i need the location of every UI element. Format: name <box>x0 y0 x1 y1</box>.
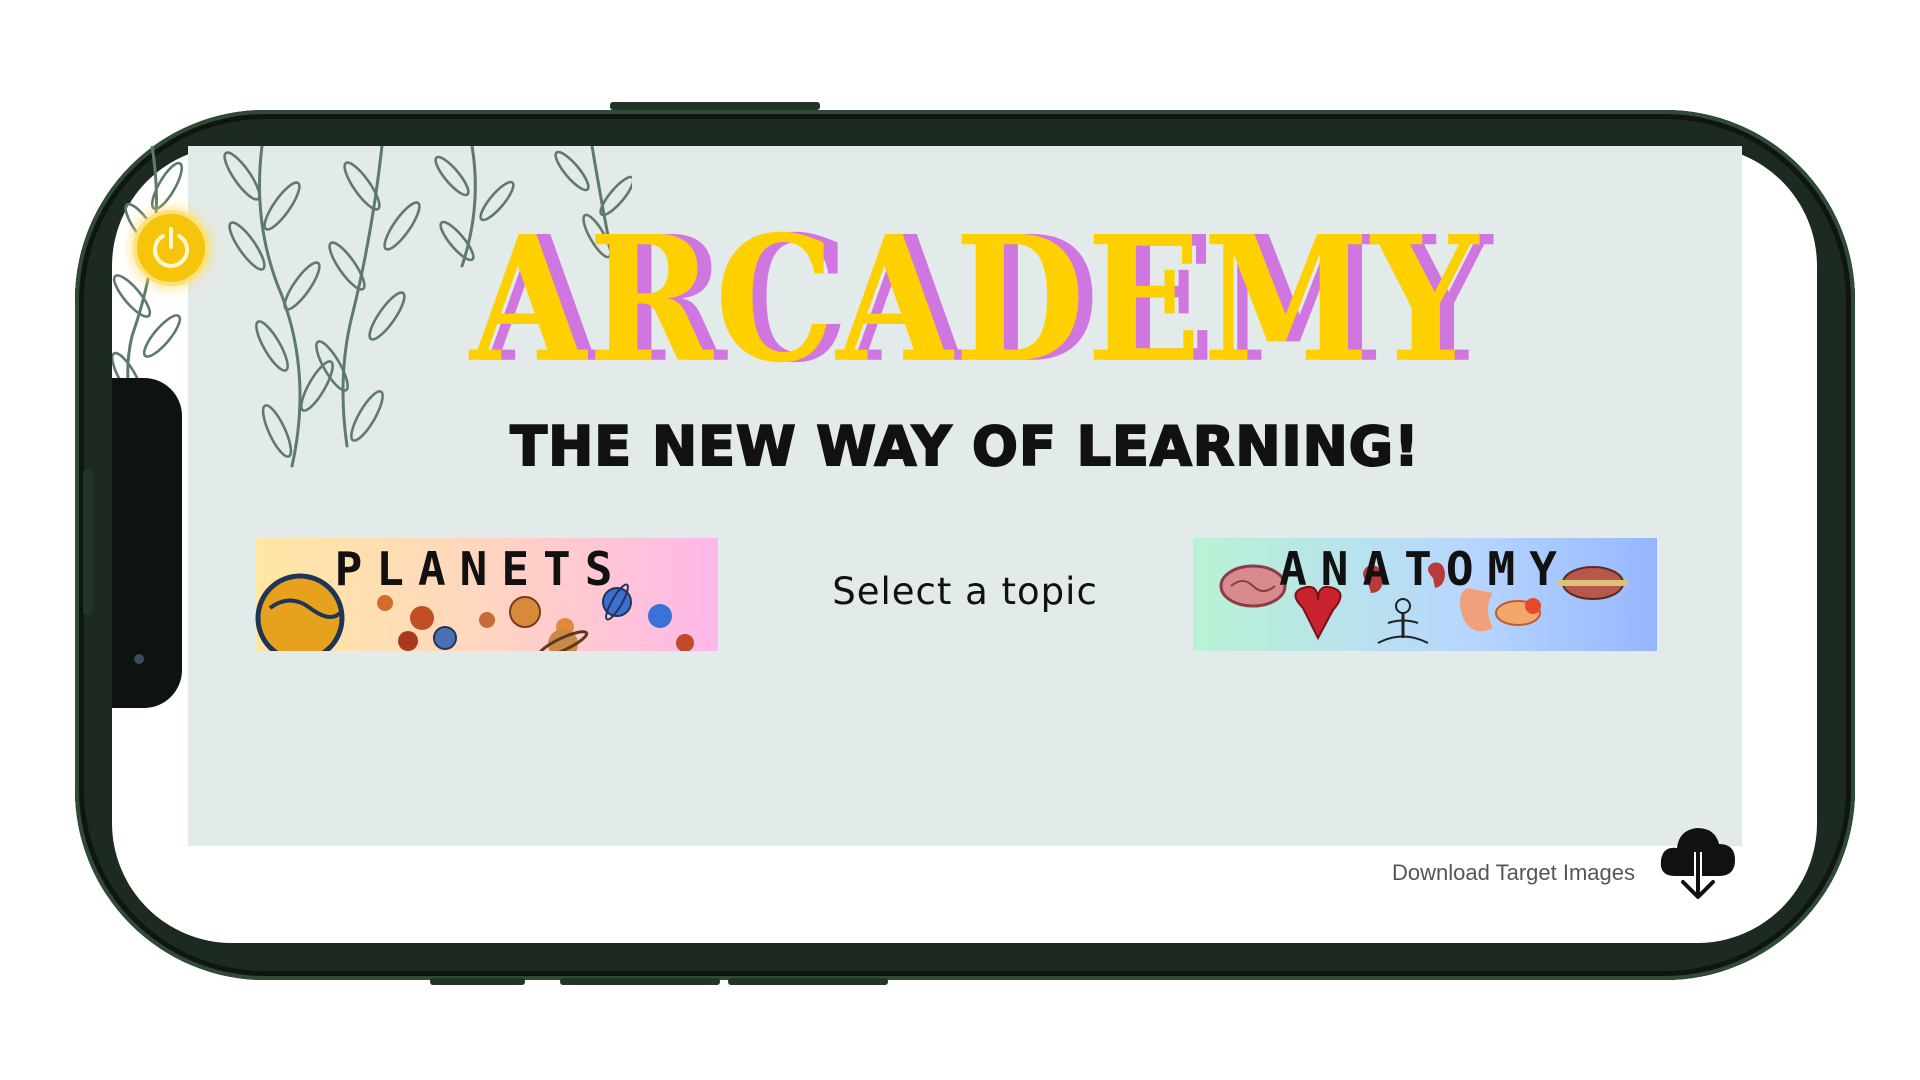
stage: ARCADEMY THE NEW WAY OF LEARNING! PLANET… <box>0 0 1920 1080</box>
phone-bottom-button-mid <box>560 978 720 985</box>
app-logo-title: ARCADEMY <box>469 198 1481 402</box>
topic-label-anatomy: ANATOMY <box>1279 542 1571 596</box>
topic-card-anatomy[interactable]: ANATOMY <box>1193 538 1657 651</box>
power-button[interactable] <box>133 210 209 286</box>
front-camera <box>134 654 144 664</box>
phone-notch <box>112 378 182 708</box>
select-topic-prompt: Select a topic <box>832 570 1098 613</box>
cloud-download-icon[interactable] <box>1655 818 1741 904</box>
download-target-images-link[interactable]: Download Target Images <box>1360 860 1635 886</box>
phone-bottom-button-right <box>728 978 888 985</box>
phone-bottom-button-left <box>430 978 525 985</box>
topic-label-planets: PLANETS <box>334 542 627 596</box>
power-icon <box>153 227 189 268</box>
topic-card-planets[interactable]: PLANETS <box>255 538 718 651</box>
phone-top-button <box>610 102 820 110</box>
phone-side-button <box>83 470 93 615</box>
tagline: THE NEW WAY OF LEARNING! <box>509 414 1420 479</box>
